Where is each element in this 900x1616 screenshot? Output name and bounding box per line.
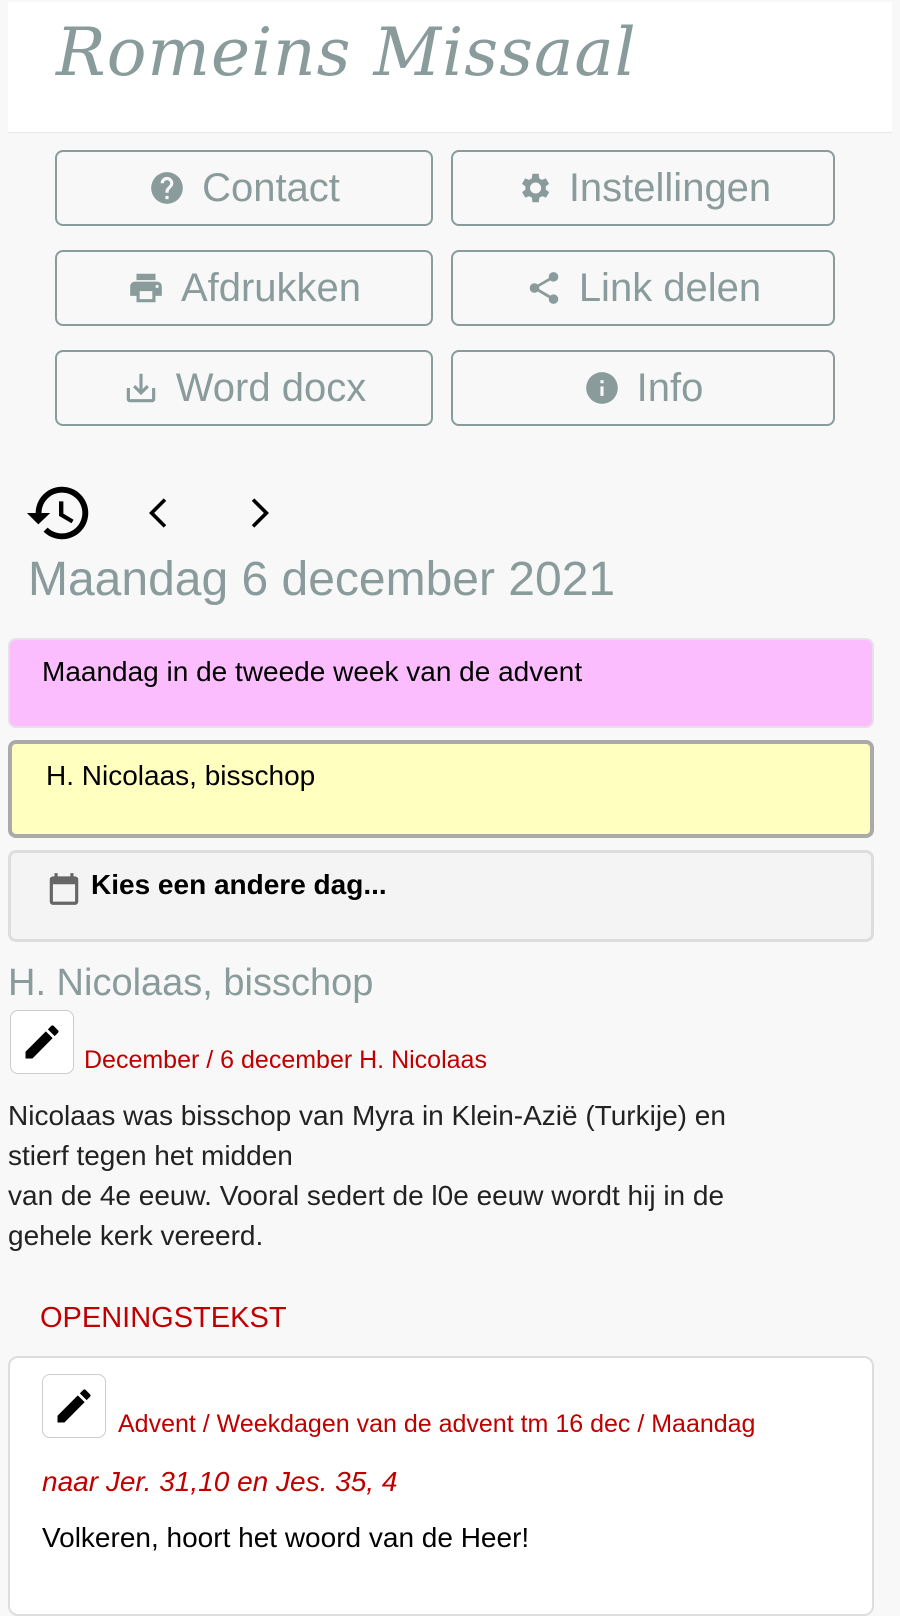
pencil-icon <box>25 1025 59 1059</box>
section-heading: OPENINGSTEKST <box>40 1302 287 1334</box>
word-docx-label: Word docx <box>175 365 367 410</box>
description-line: van de 4e eeuw. Vooral sedert de l0e eeu… <box>8 1180 725 1211</box>
print-button[interactable]: Afdrukken <box>55 250 433 326</box>
edit-button[interactable] <box>10 1010 74 1074</box>
description-line: stierf tegen het midden <box>8 1140 293 1171</box>
gear-icon <box>521 173 550 203</box>
settings-button[interactable]: Instellingen <box>451 150 835 226</box>
feast-title: H. Nicolaas, bisschop <box>8 962 374 1004</box>
choose-day-label: Kies een andere dag... <box>91 869 387 900</box>
settings-label: Instellingen <box>568 165 772 210</box>
share-icon <box>529 272 559 304</box>
next-day-icon[interactable] <box>236 488 280 538</box>
info-label: Info <box>636 365 704 410</box>
day-option-label: Maandag in de tweede week van de advent <box>42 656 583 687</box>
day-option-label: H. Nicolaas, bisschop <box>46 760 316 791</box>
printer-icon <box>130 273 162 303</box>
help-circle-icon <box>151 172 183 204</box>
contact-label: Contact <box>202 165 340 210</box>
info-button[interactable]: Info <box>451 350 835 426</box>
word-docx-button[interactable]: Word docx <box>55 350 433 426</box>
share-label: Link delen <box>578 265 762 310</box>
section-text: Volkeren, hoort het woord van de Heer! <box>42 1522 530 1553</box>
feast-description: Nicolaas was bisschop van Myra in Klein-… <box>8 1096 868 1256</box>
contact-button[interactable]: Contact <box>55 150 433 226</box>
day-option-weekday[interactable]: Maandag in de tweede week van de advent <box>8 638 874 728</box>
choose-day-button[interactable]: Kies een andere dag... <box>8 850 874 942</box>
logo[interactable]: Romeins Missaal <box>56 14 637 91</box>
description-line: Nicolaas was bisschop van Myra in Klein-… <box>8 1100 726 1131</box>
edit-button[interactable] <box>42 1374 106 1438</box>
section-card: Advent / Weekdagen van de advent tm 16 d… <box>8 1356 874 1616</box>
scripture-reference: naar Jer. 31,10 en Jes. 35, 4 <box>42 1466 398 1497</box>
pencil-icon <box>57 1389 91 1423</box>
calendar-icon <box>49 873 79 905</box>
download-icon <box>126 373 156 403</box>
date-title: Maandag 6 december 2021 <box>28 553 616 606</box>
previous-day-icon[interactable] <box>138 488 182 538</box>
share-link-button[interactable]: Link delen <box>451 250 835 326</box>
print-label: Afdrukken <box>180 265 362 310</box>
description-line: gehele kerk vereerd. <box>8 1220 264 1251</box>
history-icon[interactable] <box>24 478 94 548</box>
day-option-feast[interactable]: H. Nicolaas, bisschop <box>8 740 874 838</box>
feast-path-link[interactable]: December / 6 december H. Nicolaas <box>84 1046 487 1075</box>
header: Romeins Missaal <box>8 2 892 133</box>
section-path-link[interactable]: Advent / Weekdagen van de advent tm 16 d… <box>118 1410 755 1439</box>
info-icon <box>585 372 618 404</box>
